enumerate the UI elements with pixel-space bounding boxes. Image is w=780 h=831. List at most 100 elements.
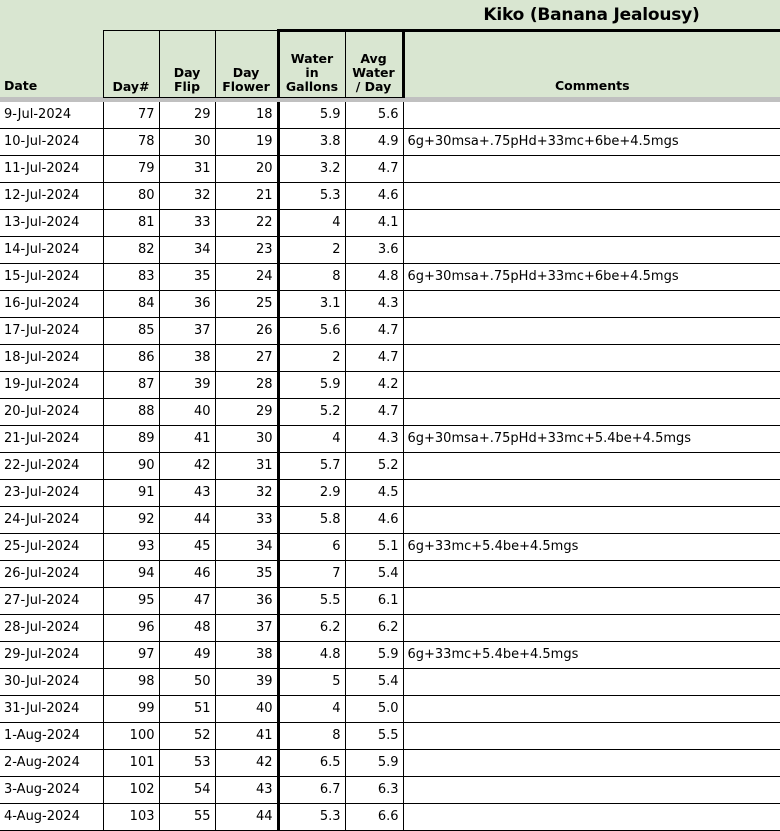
cell-water-gallons[interactable]: 5.9 [276,101,346,129]
cell-day-flip[interactable]: 48 [159,614,216,642]
cell-avg-water-per-day[interactable]: 4.1 [345,209,404,237]
cell-day-flip[interactable]: 40 [159,398,216,426]
cell-date[interactable]: 14-Jul-2024 [0,236,104,264]
cell-day-number[interactable]: 91 [103,479,160,507]
cell-water-gallons[interactable]: 2 [276,236,346,264]
cell-day-flower[interactable]: 21 [215,182,279,210]
column-header-day-flower[interactable]: Day Flower [214,30,279,98]
cell-comment[interactable]: 6g+33mc+5.4be+4.5mgs [403,641,780,669]
cell-comment[interactable] [403,587,780,615]
cell-day-number[interactable]: 88 [103,398,160,426]
cell-water-gallons[interactable]: 5.3 [276,803,346,831]
cell-day-flower[interactable]: 34 [215,533,279,561]
cell-day-number[interactable]: 79 [103,155,160,183]
cell-day-flower[interactable]: 31 [215,452,279,480]
cell-date[interactable]: 26-Jul-2024 [0,560,104,588]
cell-avg-water-per-day[interactable]: 4.3 [345,425,404,453]
cell-day-flip[interactable]: 38 [159,344,216,372]
cell-comment[interactable] [403,479,780,507]
table-row[interactable]: 14-Jul-2024 82 34 23 2 3.6 [0,236,780,264]
cell-date[interactable]: 15-Jul-2024 [0,263,104,291]
table-row[interactable]: 31-Jul-2024 99 51 40 4 5.0 [0,695,780,723]
cell-date[interactable]: 1-Aug-2024 [0,722,104,750]
table-row[interactable]: 22-Jul-2024 90 42 31 5.7 5.2 [0,452,780,480]
cell-comment[interactable]: 6g+30msa+.75pHd+33mc+6be+4.5mgs [403,263,780,291]
cell-avg-water-per-day[interactable]: 5.4 [345,560,404,588]
cell-day-flip[interactable]: 37 [159,317,216,345]
cell-comment[interactable] [403,182,780,210]
table-row[interactable]: 13-Jul-2024 81 33 22 4 4.1 [0,209,780,237]
table-row[interactable]: 20-Jul-2024 88 40 29 5.2 4.7 [0,398,780,426]
cell-day-flip[interactable]: 52 [159,722,216,750]
cell-comment[interactable]: 6g+30msa+.75pHd+33mc+5.4be+4.5mgs [403,425,780,453]
table-row[interactable]: 1-Aug-2024 100 52 41 8 5.5 [0,722,780,750]
cell-date[interactable]: 24-Jul-2024 [0,506,104,534]
table-row[interactable]: 11-Jul-2024 79 31 20 3.2 4.7 [0,155,780,183]
cell-comment[interactable] [403,101,780,129]
cell-day-flower[interactable]: 24 [215,263,279,291]
cell-day-flower[interactable]: 36 [215,587,279,615]
cell-avg-water-per-day[interactable]: 5.1 [345,533,404,561]
table-row[interactable]: 9-Jul-2024 77 29 18 5.9 5.6 [0,101,780,129]
cell-day-number[interactable]: 81 [103,209,160,237]
table-row[interactable]: 21-Jul-2024 89 41 30 4 4.3 6g+30msa+.75pHd+33m… [0,425,780,453]
cell-water-gallons[interactable]: 4.8 [276,641,346,669]
cell-date[interactable]: 28-Jul-2024 [0,614,104,642]
cell-day-flower[interactable]: 38 [215,641,279,669]
table-row[interactable]: 19-Jul-2024 87 39 28 5.9 4.2 [0,371,780,399]
cell-water-gallons[interactable]: 6.5 [276,749,346,777]
cell-water-gallons[interactable]: 6.2 [276,614,346,642]
cell-day-flower[interactable]: 20 [215,155,279,183]
cell-day-flower[interactable]: 44 [215,803,279,831]
cell-comment[interactable] [403,236,780,264]
cell-water-gallons[interactable]: 5.3 [276,182,346,210]
cell-day-number[interactable]: 87 [103,371,160,399]
cell-day-flip[interactable]: 29 [159,101,216,129]
cell-avg-water-per-day[interactable]: 4.8 [345,263,404,291]
cell-date[interactable]: 12-Jul-2024 [0,182,104,210]
cell-date[interactable]: 18-Jul-2024 [0,344,104,372]
cell-avg-water-per-day[interactable]: 5.0 [345,695,404,723]
cell-day-flip[interactable]: 46 [159,560,216,588]
cell-day-flower[interactable]: 19 [215,128,279,156]
cell-day-flip[interactable]: 42 [159,452,216,480]
cell-water-gallons[interactable]: 5.6 [276,317,346,345]
cell-day-number[interactable]: 94 [103,560,160,588]
cell-comment[interactable] [403,695,780,723]
cell-avg-water-per-day[interactable]: 5.9 [345,749,404,777]
cell-water-gallons[interactable]: 3.2 [276,155,346,183]
cell-date[interactable]: 22-Jul-2024 [0,452,104,480]
table-row[interactable]: 29-Jul-2024 97 49 38 4.8 5.9 6g+33mc+5.4be+4.5… [0,641,780,669]
cell-day-flip[interactable]: 34 [159,236,216,264]
cell-day-flip[interactable]: 36 [159,290,216,318]
cell-date[interactable]: 9-Jul-2024 [0,101,104,129]
cell-date[interactable]: 17-Jul-2024 [0,317,104,345]
cell-date[interactable]: 21-Jul-2024 [0,425,104,453]
table-row[interactable]: 28-Jul-2024 96 48 37 6.2 6.2 [0,614,780,642]
cell-day-flip[interactable]: 51 [159,695,216,723]
cell-day-flower[interactable]: 41 [215,722,279,750]
cell-comment[interactable] [403,155,780,183]
cell-avg-water-per-day[interactable]: 4.2 [345,371,404,399]
cell-day-flower[interactable]: 18 [215,101,279,129]
cell-day-number[interactable]: 97 [103,641,160,669]
cell-date[interactable]: 31-Jul-2024 [0,695,104,723]
cell-date[interactable]: 20-Jul-2024 [0,398,104,426]
cell-avg-water-per-day[interactable]: 4.6 [345,182,404,210]
cell-avg-water-per-day[interactable]: 5.5 [345,722,404,750]
cell-date[interactable]: 27-Jul-2024 [0,587,104,615]
cell-day-flower[interactable]: 26 [215,317,279,345]
table-row[interactable]: 30-Jul-2024 98 50 39 5 5.4 [0,668,780,696]
cell-comment[interactable]: 6g+30msa+.75pHd+33mc+6be+4.5mgs [403,128,780,156]
cell-day-flower[interactable]: 32 [215,479,279,507]
table-row[interactable]: 2-Aug-2024 101 53 42 6.5 5.9 [0,749,780,777]
cell-avg-water-per-day[interactable]: 3.6 [345,236,404,264]
cell-comment[interactable] [403,668,780,696]
cell-date[interactable]: 11-Jul-2024 [0,155,104,183]
cell-avg-water-per-day[interactable]: 4.3 [345,290,404,318]
cell-water-gallons[interactable]: 5.2 [276,398,346,426]
cell-water-gallons[interactable]: 4 [276,425,346,453]
cell-comment[interactable] [403,722,780,750]
cell-day-number[interactable]: 78 [103,128,160,156]
cell-comment[interactable] [403,371,780,399]
